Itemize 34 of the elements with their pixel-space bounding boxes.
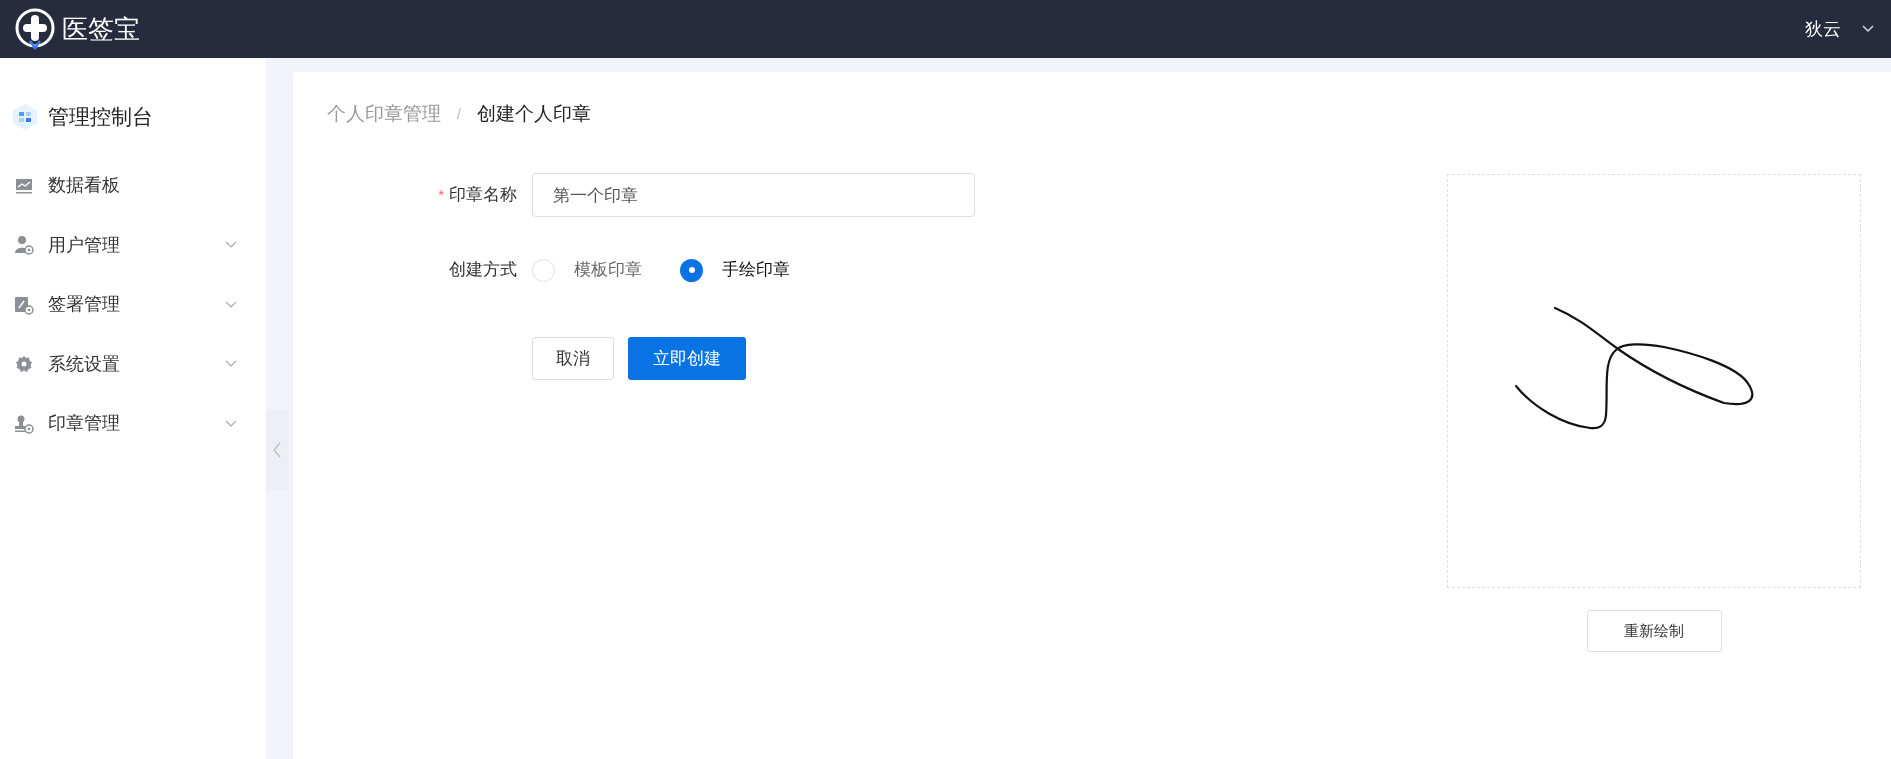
settings-icon [15,355,33,374]
sidebar-title[interactable]: 管理控制台 [48,101,153,133]
radio-option[interactable]: 模板印章 [532,257,642,283]
chart-icon [15,177,33,194]
document-pen-icon [14,294,34,315]
sidebar-item[interactable]: 数据看板 [0,156,266,216]
sidebar-item[interactable]: 系统设置 [0,334,266,394]
logo-icon [14,7,56,51]
breadcrumb-current: 创建个人印章 [476,101,591,126]
create-button[interactable]: 立即创建 [628,337,746,380]
user-name[interactable]: 狄云 [1805,15,1841,43]
input-field[interactable]: 第一个印章 [532,173,975,217]
radio-button[interactable] [532,258,555,282]
sidebar-item[interactable]: 签署管理 [0,275,266,335]
field-label: 创建方式 [449,259,517,282]
chevron-left-icon [273,442,281,458]
dashboard-icon [12,103,38,131]
drawing-canvas[interactable] [1447,174,1861,588]
required-mark: * [438,184,444,205]
chevron-down-icon [224,418,238,429]
radio-option[interactable]: 手绘印章 [680,257,790,283]
sidebar-item[interactable]: 印章管理 [0,394,266,454]
user-icon [14,235,34,256]
chevron-down-icon[interactable] [1861,24,1875,34]
brand-name: 医签宝 [62,12,140,46]
sidebar-item[interactable]: 用户管理 [0,215,266,275]
cancel-button[interactable]: 取消 [532,337,614,380]
redraw-button[interactable]: 重新绘制 [1586,610,1722,652]
stamp-icon [14,413,34,434]
breadcrumb-separator: / [457,104,461,124]
field-label: 印章名称 [449,184,517,207]
chevron-down-icon [224,299,238,310]
radio-button[interactable] [680,258,703,282]
collapse-handle[interactable] [266,410,288,490]
